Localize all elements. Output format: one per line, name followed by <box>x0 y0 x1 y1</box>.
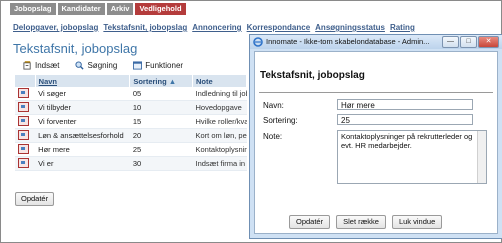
row-sort: 20 <box>129 128 193 143</box>
link-ansogningsstatus[interactable]: Ansøgningsstatus <box>315 23 385 32</box>
row-edit-cell[interactable] <box>15 128 36 143</box>
update-button[interactable]: Opdatér <box>15 192 55 206</box>
text-sections-table: Navn Sortering ▲ Note Vi søger 05 Indled… <box>15 75 247 171</box>
header-icon-col <box>15 75 36 87</box>
dialog-buttons: Opdatér Slet række Luk vindue <box>289 215 443 229</box>
browser-icon <box>253 37 263 47</box>
table-row[interactable]: Vi søger 05 Indledning til job <box>15 87 247 101</box>
row-edit-cell[interactable] <box>15 100 36 115</box>
table-row[interactable]: Hør mere 25 Kontaktoplysnin <box>15 142 247 157</box>
row-sort: 05 <box>129 87 193 101</box>
dialog-body: Tekstafsnit, jobopslag Navn: Hør mere So… <box>254 51 498 234</box>
table-row[interactable]: Vi tilbyder 10 Hovedopgave <box>15 100 247 115</box>
row-name: Vi forventer <box>35 114 130 129</box>
table-row[interactable]: Løn & ansættelsesforhold 20 Kort om løn,… <box>15 128 247 143</box>
header-sort-label: Sortering <box>133 76 167 86</box>
tab-jobopslag[interactable]: Jobopslag <box>10 3 56 15</box>
row-note: Kort om løn, pe <box>192 128 247 143</box>
dialog-divider <box>259 92 493 93</box>
sort-field[interactable]: 25 <box>337 114 473 125</box>
row-edit-cell[interactable] <box>15 87 36 101</box>
row-note: Hovedopgave <box>192 100 247 115</box>
tab-arkiv[interactable]: Arkiv <box>106 3 134 15</box>
search-label: Søgning <box>87 61 118 70</box>
search-icon <box>75 61 85 70</box>
toolbar: Indsæt Søgning Funktioner <box>23 61 183 70</box>
note-scrollbar[interactable] <box>477 131 486 183</box>
edit-row-icon[interactable] <box>18 115 29 126</box>
maximize-icon[interactable]: □ <box>460 36 477 48</box>
link-annoncering[interactable]: Annoncering <box>192 23 241 32</box>
top-tabs: Jobopslag Kandidater Arkiv Vedligehold <box>10 3 186 15</box>
link-rating[interactable]: Rating <box>390 23 415 32</box>
link-tekstafsnit[interactable]: Tekstafsnit, jobopslag <box>103 23 187 32</box>
table-row[interactable]: Vi forventer 15 Hvilke roller/kva <box>15 114 247 129</box>
row-note: Kontaktoplysnin <box>192 142 247 157</box>
edit-row-icon[interactable] <box>18 87 29 98</box>
app-frame: Jobopslag Kandidater Arkiv Vedligehold D… <box>0 0 502 243</box>
functions-icon <box>133 61 143 70</box>
row-sort: 15 <box>129 114 193 129</box>
dialog-titlebar[interactable]: Innomate - Ikke-tom skabelondatabase - A… <box>250 35 502 49</box>
row-sort: 25 <box>129 142 193 157</box>
row-note: Indsæt firma in <box>192 156 247 171</box>
page-title: Tekstafsnit, jobopslag <box>13 41 138 56</box>
edit-row-icon[interactable] <box>18 129 29 140</box>
row-name: Vi søger <box>35 87 130 101</box>
header-note[interactable]: Note <box>192 75 247 87</box>
link-korrespondance[interactable]: Korrespondance <box>247 23 311 32</box>
row-sort: 10 <box>129 100 193 115</box>
row-name: Løn & ansættelsesforhold <box>35 128 130 143</box>
row-edit-cell[interactable] <box>15 156 36 171</box>
insert-icon <box>23 61 31 70</box>
header-sort[interactable]: Sortering ▲ <box>129 75 193 87</box>
row-sort: 30 <box>129 156 193 171</box>
edit-dialog-window: Innomate - Ikke-tom skabelondatabase - A… <box>249 34 502 239</box>
row-note: Hvilke roller/kva <box>192 114 247 129</box>
name-label: Navn: <box>263 101 284 110</box>
edit-row-icon[interactable] <box>18 143 29 154</box>
link-delopgaver[interactable]: Delopgaver, jobopslag <box>13 23 98 32</box>
header-name[interactable]: Navn <box>35 75 131 87</box>
note-label: Note: <box>263 132 283 141</box>
row-name: Vi tilbyder <box>35 100 130 115</box>
search-button[interactable]: Søgning <box>75 61 117 70</box>
functions-label: Funktioner <box>145 61 184 70</box>
insert-label: Indsæt <box>35 61 60 70</box>
name-field[interactable]: Hør mere <box>337 99 473 110</box>
table-row[interactable]: Vi er 30 Indsæt firma in <box>15 156 247 171</box>
close-icon[interactable]: ✕ <box>478 36 499 48</box>
edit-row-icon[interactable] <box>18 101 29 112</box>
row-name: Vi er <box>35 156 130 171</box>
window-controls: — □ ✕ <box>442 36 499 48</box>
table-header-row: Navn Sortering ▲ Note <box>15 75 247 87</box>
tab-kandidater[interactable]: Kandidater <box>57 3 105 15</box>
functions-button[interactable]: Funktioner <box>133 61 183 70</box>
row-edit-cell[interactable] <box>15 114 36 129</box>
dialog-update-button[interactable]: Opdatér <box>289 215 331 229</box>
close-window-button[interactable]: Luk vindue <box>391 215 443 229</box>
row-note: Indledning til job <box>192 87 247 101</box>
minimize-icon[interactable]: — <box>442 36 459 48</box>
sort-indicator-icon: ▲ <box>168 76 177 86</box>
row-name: Hør mere <box>35 142 130 157</box>
note-text: Kontaktoplysninger på rekrutterleder og … <box>341 132 473 150</box>
sub-navigation: Delopgaver, jobopslag Tekstafsnit, jobop… <box>13 23 415 32</box>
note-textarea[interactable]: Kontaktoplysninger på rekrutterleder og … <box>337 130 487 184</box>
dialog-heading: Tekstafsnit, jobopslag <box>260 70 365 81</box>
dialog-window-title: Innomate - Ikke-tom skabelondatabase - A… <box>266 37 430 46</box>
tab-vedligehold[interactable]: Vedligehold <box>135 3 186 15</box>
row-edit-cell[interactable] <box>15 142 36 157</box>
edit-row-icon[interactable] <box>18 157 29 168</box>
insert-button[interactable]: Indsæt <box>23 61 59 70</box>
sort-label: Sortering: <box>263 116 298 125</box>
delete-row-button[interactable]: Slet række <box>336 215 386 229</box>
